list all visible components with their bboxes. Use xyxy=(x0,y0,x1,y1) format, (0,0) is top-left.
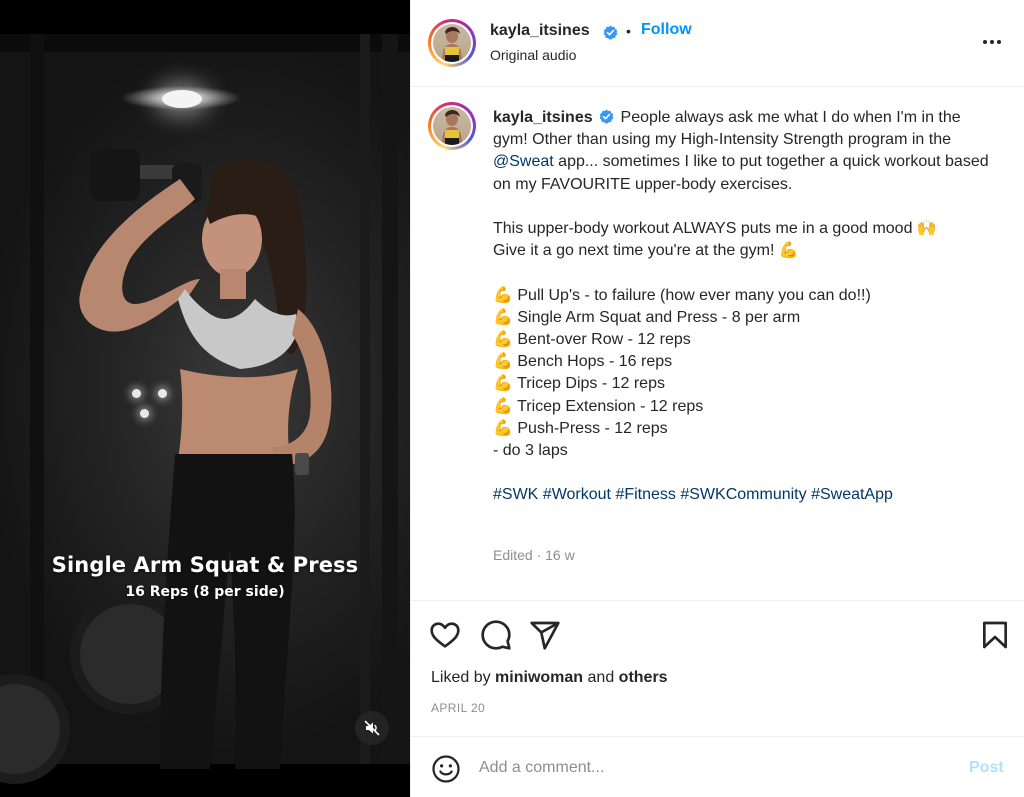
author-avatar[interactable] xyxy=(428,19,476,67)
hashtag-link[interactable]: #Fitness xyxy=(615,486,675,503)
avatar-photo xyxy=(433,107,471,145)
exercise-list-item: 💪 Single Arm Squat and Press - 8 per arm xyxy=(493,308,801,326)
rack-post-left xyxy=(30,34,44,764)
post-comment-button[interactable]: Post xyxy=(969,759,1004,777)
exercise-list-item: 💪 Tricep Dips - 12 reps xyxy=(493,375,665,393)
header-username[interactable]: kayla_itsines xyxy=(490,22,590,40)
exercise-list-item: - do 3 laps xyxy=(493,442,568,460)
mention-link[interactable]: @Sweat xyxy=(493,153,554,170)
caption-username[interactable]: kayla_itsines xyxy=(493,109,593,126)
caption-intro-continued: app... sometimes I like to put together … xyxy=(493,153,989,193)
comment-bar: Post xyxy=(411,736,1024,797)
rack-post-right-inner xyxy=(360,34,370,764)
post-caption: kayla_itsines People always ask me what … xyxy=(493,107,998,507)
mute-toggle-button[interactable] xyxy=(355,711,389,745)
video-overlay-subtitle: 16 Reps (8 per side) xyxy=(125,584,285,600)
save-bookmark-icon[interactable] xyxy=(979,619,1011,651)
share-send-icon[interactable] xyxy=(529,619,561,651)
exercise-list-item: 💪 Pull Up's - to failure (how ever many … xyxy=(493,286,871,304)
post-meta-edited: Edited · 16 w xyxy=(493,547,575,563)
comment-input[interactable] xyxy=(479,756,949,780)
athlete-figure xyxy=(79,149,332,769)
caption-line-give: Give it a go next time you're at the gym… xyxy=(493,242,799,260)
caption-author-avatar[interactable] xyxy=(428,102,476,150)
header-separator: • xyxy=(626,23,631,39)
exercise-list-item: 💪 Push-Press - 12 reps xyxy=(493,419,668,437)
post-details-panel: kayla_itsines • Follow Original audio ka… xyxy=(410,0,1024,797)
ceiling-light xyxy=(162,90,202,108)
avatar-photo xyxy=(433,24,471,62)
post-header: kayla_itsines • Follow Original audio xyxy=(411,0,1024,87)
emoji-smiley-icon[interactable] xyxy=(431,754,461,784)
exercise-list-item: 💪 Bent-over Row - 12 reps xyxy=(493,331,691,348)
hashtag-link[interactable]: #SWK xyxy=(493,486,538,503)
verified-badge-icon xyxy=(599,109,614,124)
hashtag-line: #SWK #Workout #Fitness #SWKCommunity #Sw… xyxy=(493,484,998,506)
hashtag-link[interactable]: #Workout xyxy=(543,486,611,503)
like-heart-icon[interactable] xyxy=(429,619,461,651)
person-avatar-icon xyxy=(442,26,462,62)
hashtag-link[interactable]: #SweatApp xyxy=(811,486,893,503)
hashtag-link[interactable]: #SWKCommunity xyxy=(680,486,806,503)
more-options-icon[interactable] xyxy=(977,30,1007,54)
action-bar xyxy=(411,600,1024,660)
comment-bubble-icon[interactable] xyxy=(480,619,512,651)
person-avatar-icon xyxy=(442,109,462,145)
speaker-muted-icon xyxy=(364,720,380,736)
rack-post-right xyxy=(382,34,398,764)
video-overlay-title: Single Arm Squat & Press xyxy=(51,553,359,577)
rack-top-bar xyxy=(0,34,410,52)
liked-by-user-link[interactable]: miniwoman xyxy=(495,669,583,686)
video-frame[interactable] xyxy=(0,34,410,784)
exercise-list-item: 💪 Tricep Extension - 12 reps xyxy=(493,397,704,415)
exercise-list-item: 💪 Bench Hops - 16 reps xyxy=(493,353,673,371)
post-date[interactable]: APRIL 20 xyxy=(431,701,485,715)
liked-by-others-link[interactable]: others xyxy=(619,669,668,686)
likes-summary: Liked by miniwoman and others xyxy=(431,669,668,686)
original-audio-link[interactable]: Original audio xyxy=(490,47,576,63)
post-caption-area: kayla_itsines People always ask me what … xyxy=(411,88,1024,598)
verified-badge-icon xyxy=(603,25,618,40)
follow-button[interactable]: Follow xyxy=(641,21,692,39)
post-media[interactable]: Single Arm Squat & Press 16 Reps (8 per … xyxy=(0,0,410,797)
caption-line-mood: This upper-body workout ALWAYS puts me i… xyxy=(493,220,937,237)
